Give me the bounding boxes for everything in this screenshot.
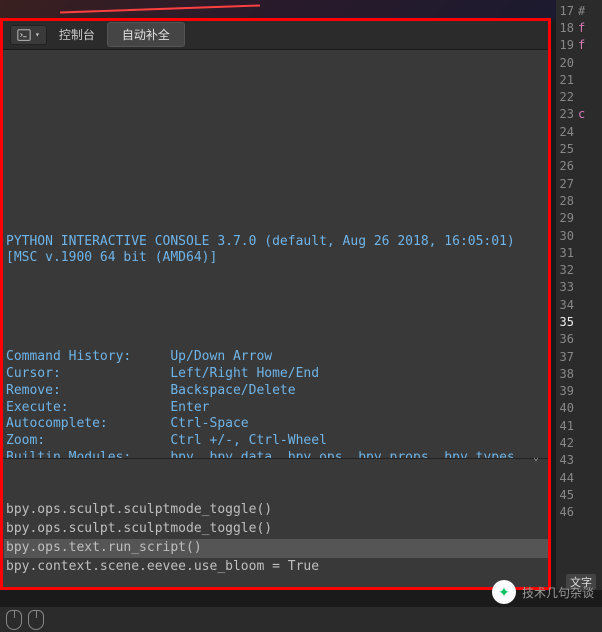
console-output[interactable]: PYTHON INTERACTIVE CONSOLE 3.7.0 (defaul…	[2, 50, 549, 458]
viewport-sliver	[0, 0, 602, 20]
line-number: 28	[556, 194, 578, 208]
line-number: 35	[556, 315, 578, 329]
log-line[interactable]: bpy.ops.sculpt.sculptmode_toggle()	[4, 520, 549, 539]
line-number: 29	[556, 211, 578, 225]
line-number: 46	[556, 505, 578, 519]
line-number: 45	[556, 488, 578, 502]
console-help-line: Command History: Up/Down Arrow	[6, 349, 545, 366]
line-number: 17	[556, 4, 578, 18]
line-number: 31	[556, 246, 578, 260]
code-fragment: f	[578, 21, 585, 35]
line-number: 41	[556, 419, 578, 433]
gutter-row[interactable]: 44	[556, 469, 602, 486]
gutter-row[interactable]: 42	[556, 434, 602, 451]
gutter-row[interactable]: 33	[556, 279, 602, 296]
gutter-row[interactable]: 39	[556, 383, 602, 400]
gutter-row[interactable]: 40	[556, 400, 602, 417]
chevron-down-icon: ▾	[35, 30, 40, 39]
line-number: 18	[556, 21, 578, 35]
line-number: 38	[556, 367, 578, 381]
text-editor-gutter: 17#18f19f20212223c2425262728293031323334…	[556, 0, 602, 590]
info-log-panel[interactable]: bpy.ops.sculpt.sculptmode_toggle()bpy.op…	[2, 458, 549, 588]
line-number: 33	[556, 280, 578, 294]
gutter-row[interactable]: 26	[556, 158, 602, 175]
scroll-down-icon[interactable]: ⌄	[529, 452, 543, 460]
gutter-row[interactable]: 46	[556, 504, 602, 521]
line-number: 25	[556, 142, 578, 156]
line-number: 23	[556, 107, 578, 121]
watermark-text: 技术几句杂谈	[522, 584, 594, 601]
autocomplete-button[interactable]: 自动补全	[107, 22, 185, 47]
gutter-row[interactable]: 45	[556, 486, 602, 503]
log-line[interactable]: bpy.ops.sculpt.sculptmode_toggle()	[4, 501, 549, 520]
line-number: 20	[556, 56, 578, 70]
gutter-row[interactable]: 35	[556, 313, 602, 330]
code-fragment: f	[578, 38, 585, 52]
mouse-left-icon	[6, 610, 22, 630]
gutter-row[interactable]: 34	[556, 296, 602, 313]
gutter-row[interactable]: 19f	[556, 37, 602, 54]
status-bar	[0, 606, 602, 632]
console-help-line: Builtin Modules: bpy, bpy.data, bpy.ops,…	[6, 450, 545, 458]
gutter-row[interactable]: 24	[556, 123, 602, 140]
editor-type-selector[interactable]: ▾	[10, 25, 47, 45]
line-number: 37	[556, 350, 578, 364]
line-number: 40	[556, 401, 578, 415]
gutter-row[interactable]: 43	[556, 452, 602, 469]
line-number: 30	[556, 229, 578, 243]
gutter-row[interactable]: 17#	[556, 2, 602, 19]
console-banner: PYTHON INTERACTIVE CONSOLE 3.7.0 (defaul…	[6, 234, 545, 268]
gutter-row[interactable]: 25	[556, 140, 602, 157]
wechat-logo-icon: ✦	[492, 580, 516, 604]
gutter-row[interactable]: 20	[556, 54, 602, 71]
code-fragment: c	[578, 107, 585, 121]
console-editor-area: ▾ 控制台 自动补全 PYTHON INTERACTIVE CONSOLE 3.…	[2, 20, 549, 588]
line-number: 22	[556, 90, 578, 104]
console-help-line: Cursor: Left/Right Home/End	[6, 366, 545, 383]
gutter-row[interactable]: 23c	[556, 106, 602, 123]
line-number: 39	[556, 384, 578, 398]
line-number: 32	[556, 263, 578, 277]
line-number: 43	[556, 453, 578, 467]
line-number: 21	[556, 73, 578, 87]
mouse-right-icon	[28, 610, 44, 630]
line-number: 34	[556, 298, 578, 312]
gutter-row[interactable]: 36	[556, 331, 602, 348]
gutter-row[interactable]: 37	[556, 348, 602, 365]
gutter-row[interactable]: 38	[556, 365, 602, 382]
log-line[interactable]: bpy.context.scene.eevee.use_bloom = True	[4, 558, 549, 577]
gutter-row[interactable]: 22	[556, 88, 602, 105]
gutter-row[interactable]: 31	[556, 244, 602, 261]
console-header: ▾ 控制台 自动补全	[2, 20, 549, 50]
console-help-line: Autocomplete: Ctrl-Space	[6, 416, 545, 433]
line-number: 24	[556, 125, 578, 139]
console-title: 控制台	[55, 26, 99, 43]
gutter-row[interactable]: 28	[556, 192, 602, 209]
gutter-row[interactable]: 30	[556, 227, 602, 244]
gutter-row[interactable]: 21	[556, 71, 602, 88]
console-help-line: Remove: Backspace/Delete	[6, 383, 545, 400]
gutter-row[interactable]: 27	[556, 175, 602, 192]
line-number: 36	[556, 332, 578, 346]
console-help-line: Execute: Enter	[6, 400, 545, 417]
watermark: ✦ 技术几句杂谈	[492, 580, 594, 604]
gutter-row[interactable]: 32	[556, 261, 602, 278]
line-number: 44	[556, 471, 578, 485]
console-icon	[17, 28, 31, 42]
log-line[interactable]: bpy.ops.text.run_script()	[4, 539, 549, 558]
line-number: 27	[556, 177, 578, 191]
gutter-row[interactable]: 18f	[556, 19, 602, 36]
line-number: 42	[556, 436, 578, 450]
gutter-row[interactable]: 41	[556, 417, 602, 434]
code-fragment: #	[578, 4, 585, 18]
console-help-line: Zoom: Ctrl +/-, Ctrl-Wheel	[6, 433, 545, 450]
gutter-row[interactable]: 29	[556, 210, 602, 227]
line-number: 19	[556, 38, 578, 52]
line-number: 26	[556, 159, 578, 173]
